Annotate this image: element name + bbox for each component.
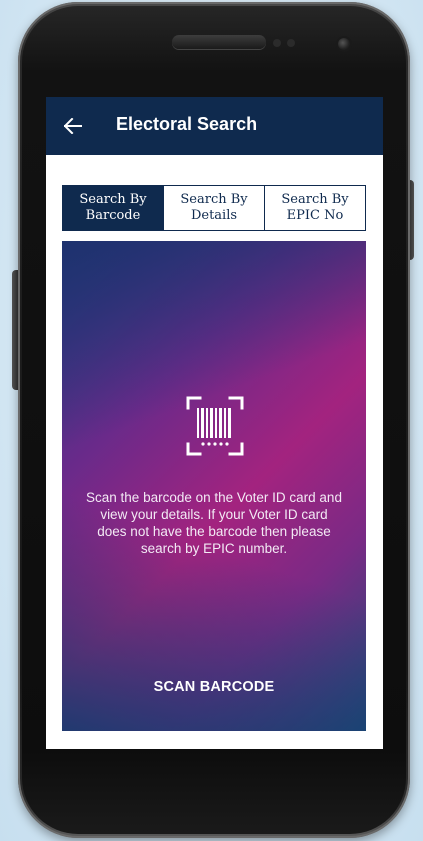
tab-search-by-epic-no[interactable]: Search By EPIC No <box>265 186 365 230</box>
app-bar: Electoral Search <box>46 97 383 155</box>
page-title: Electoral Search <box>116 114 258 134</box>
scan-barcode-button[interactable]: SCAN BARCODE <box>124 669 304 705</box>
tab-search-by-details[interactable]: Search By Details <box>164 186 265 230</box>
barcode-scan-icon <box>186 396 244 456</box>
barcode-scan-panel: Scan the barcode on the Voter ID card an… <box>62 241 366 731</box>
arrow-left-icon <box>64 118 82 134</box>
scan-instructions: Scan the barcode on the Voter ID card an… <box>86 490 342 556</box>
search-tabs: Search By Barcode Search By Details Sear… <box>62 185 366 231</box>
tab-search-by-barcode[interactable]: Search By Barcode <box>63 186 164 230</box>
app-screen: Electoral Search Search By Barcode Searc… <box>46 97 383 749</box>
phone-sensor <box>287 39 295 47</box>
phone-speaker <box>172 35 266 49</box>
back-button[interactable] <box>58 111 88 141</box>
phone-sensor <box>273 39 281 47</box>
front-camera <box>338 38 350 50</box>
